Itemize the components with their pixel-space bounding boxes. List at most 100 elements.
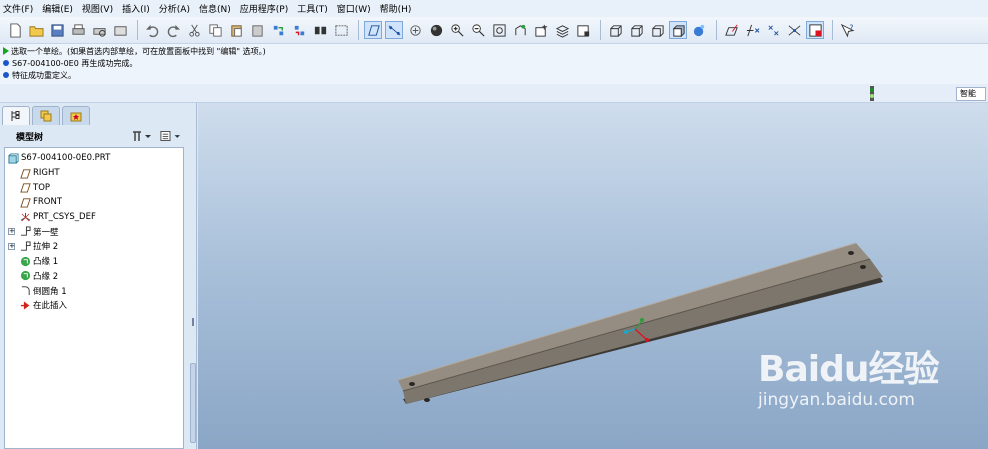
- view-manager-icon[interactable]: [574, 21, 592, 39]
- model-tree-tab-icon: [11, 111, 20, 121]
- menu-tools[interactable]: 工具(T): [297, 2, 328, 15]
- paste-icon[interactable]: [227, 21, 245, 39]
- tree-node-label: PRT_CSYS_DEF: [33, 212, 96, 223]
- info-bullet-icon: [3, 60, 9, 66]
- tree-node[interactable]: 在此插入: [5, 298, 183, 313]
- reorient-icon[interactable]: [511, 21, 529, 39]
- main-toolbar: ?: [0, 17, 988, 44]
- tree-node[interactable]: 凸缘 1: [5, 254, 183, 269]
- tree-node[interactable]: PRT_CSYS_DEF: [5, 210, 183, 225]
- folder-browser-tab-icon: [40, 110, 52, 122]
- new-file-icon[interactable]: [6, 21, 24, 39]
- mounting-hole: [424, 398, 430, 402]
- panel-resize-handle[interactable]: [190, 363, 196, 443]
- insert-here-arrow-icon: [19, 299, 31, 311]
- toolbar-separator: [600, 20, 601, 40]
- menu-analysis[interactable]: 分析(A): [159, 2, 190, 15]
- datum-point-display-icon[interactable]: [406, 21, 424, 39]
- model-tree: S67-004100-0E0.PRT RIGHT TOP FRONT PRT_CSYS_…: [4, 147, 184, 449]
- no-hidden-icon[interactable]: [648, 21, 666, 39]
- tree-node-label: 在此插入: [33, 301, 68, 312]
- menu-view[interactable]: 视图(V): [82, 2, 113, 15]
- paste-special-icon[interactable]: [248, 21, 266, 39]
- regen-manager-icon[interactable]: [290, 21, 308, 39]
- menu-window[interactable]: 窗口(W): [337, 2, 371, 15]
- redo-icon[interactable]: [164, 21, 182, 39]
- datum-axis-display-icon[interactable]: [385, 21, 403, 39]
- menu-help[interactable]: 帮助(H): [380, 2, 412, 15]
- datum-plane-icon: [19, 182, 31, 194]
- tree-node[interactable]: S67-004100-0E0.PRT: [5, 151, 183, 166]
- prompt-arrow-icon: [3, 47, 9, 55]
- menu-file[interactable]: 文件(F): [3, 2, 33, 15]
- expand-toggle-icon[interactable]: +: [8, 242, 15, 250]
- tab-model-tree[interactable]: [2, 106, 30, 125]
- tree-node[interactable]: FRONT: [5, 195, 183, 210]
- close-window-icon[interactable]: [111, 21, 129, 39]
- toolbar-separator: [358, 20, 359, 40]
- expand-toggle-icon[interactable]: +: [8, 228, 15, 236]
- regenerate-icon[interactable]: [269, 21, 287, 39]
- datum-plane-tool-icon[interactable]: [743, 21, 761, 39]
- hidden-line-icon[interactable]: [627, 21, 645, 39]
- menu-bar: 文件(F) 编辑(E) 视图(V) 插入(I) 分析(A) 信息(N) 应用程序…: [0, 0, 988, 17]
- wireframe-icon[interactable]: [606, 21, 624, 39]
- copy-icon[interactable]: [206, 21, 224, 39]
- tree-node[interactable]: RIGHT: [5, 166, 183, 181]
- undo-icon[interactable]: [143, 21, 161, 39]
- sketch-tool-icon[interactable]: [722, 21, 740, 39]
- csys-display-icon[interactable]: [427, 21, 445, 39]
- menu-info[interactable]: 信息(N): [199, 2, 231, 15]
- tab-folder-browser[interactable]: [32, 106, 60, 125]
- datum-point-tool-icon[interactable]: [785, 21, 803, 39]
- print-icon[interactable]: [69, 21, 87, 39]
- extrude-icon: [19, 240, 31, 252]
- tree-node[interactable]: TOP: [5, 180, 183, 195]
- open-file-icon[interactable]: [27, 21, 45, 39]
- graphics-viewport[interactable]: Baidu经验 jingyan.baidu.com: [198, 103, 988, 449]
- regen-status-icon: [870, 86, 874, 101]
- datum-axis-tool-icon[interactable]: [764, 21, 782, 39]
- mounting-hole: [860, 265, 866, 269]
- selection-filter-dropdown[interactable]: 智能: [956, 87, 986, 101]
- favorites-tab-icon: [70, 112, 82, 122]
- message-text: 选取一个草绘。(如果首选内部草绘，可在放置面板中找到 "编辑" 选项。): [11, 46, 266, 56]
- message-text: 特征成功重定义。: [12, 70, 76, 80]
- zoom-out-icon[interactable]: [469, 21, 487, 39]
- cut-icon[interactable]: [185, 21, 203, 39]
- panel-splitter-grip[interactable]: [192, 318, 194, 326]
- save-icon[interactable]: [48, 21, 66, 39]
- select-box-icon[interactable]: [332, 21, 350, 39]
- menu-insert[interactable]: 插入(I): [122, 2, 150, 15]
- svg-text:?: ?: [849, 23, 853, 32]
- menu-edit[interactable]: 编辑(E): [42, 2, 73, 15]
- whats-this-icon[interactable]: ?: [838, 21, 856, 39]
- tree-show-button[interactable]: [160, 129, 180, 143]
- tree-node-label: S67-004100-0E0.PRT: [21, 153, 111, 164]
- tree-node[interactable]: + 第一壁: [5, 224, 183, 239]
- tree-node-label: RIGHT: [33, 168, 60, 179]
- tree-node[interactable]: 凸缘 2: [5, 269, 183, 284]
- tree-settings-button[interactable]: [131, 129, 151, 143]
- message-line: 选取一个草绘。(如果首选内部草绘，可在放置面板中找到 "编辑" 选项。): [3, 45, 988, 57]
- shading-icon[interactable]: [669, 21, 687, 39]
- menu-applications[interactable]: 应用程序(P): [240, 2, 288, 15]
- tab-favorites[interactable]: [62, 106, 90, 125]
- enhanced-realism-icon[interactable]: [690, 21, 708, 39]
- tree-node[interactable]: 倒圆角 1: [5, 283, 183, 298]
- status-bar: 智能: [0, 84, 988, 103]
- mounting-hole: [848, 251, 854, 255]
- watermark: Baidu经验 jingyan.baidu.com: [758, 340, 939, 410]
- flange-icon: [19, 270, 31, 282]
- print-preview-icon[interactable]: [90, 21, 108, 39]
- tree-show-icon: [160, 131, 180, 141]
- zoom-in-icon[interactable]: [448, 21, 466, 39]
- tree-node-label: FRONT: [33, 197, 63, 208]
- refit-icon[interactable]: [490, 21, 508, 39]
- csys-tool-icon[interactable]: [806, 21, 824, 39]
- find-icon[interactable]: [311, 21, 329, 39]
- layers-icon[interactable]: [553, 21, 571, 39]
- tree-node[interactable]: + 拉伸 2: [5, 239, 183, 254]
- saved-views-icon[interactable]: [532, 21, 550, 39]
- datum-plane-display-icon[interactable]: [364, 21, 382, 39]
